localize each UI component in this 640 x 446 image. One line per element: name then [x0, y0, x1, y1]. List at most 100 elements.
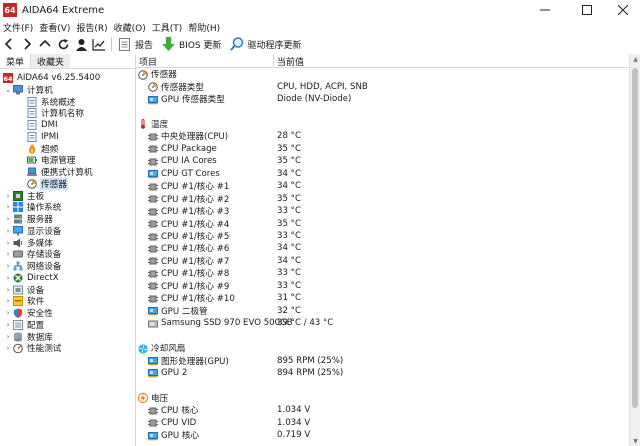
- sensor-row[interactable]: 图形处理器(GPU) 895 RPM (25%): [136, 354, 629, 367]
- tree-item[interactable]: 64 AIDA64 v6.25.5400: [2, 72, 101, 84]
- scroll-up-icon[interactable]: ▲: [630, 54, 640, 64]
- tree-item[interactable]: › 主板: [4, 190, 45, 202]
- driver-icon-wrap[interactable]: [228, 35, 246, 53]
- menu-file[interactable]: 文件(F): [0, 21, 36, 34]
- minimize-button[interactable]: [528, 0, 562, 20]
- sensor-row[interactable]: CPU VID 1.034 V: [136, 417, 629, 429]
- scroll-thumb[interactable]: [632, 68, 638, 408]
- tree-item[interactable]: › 配置: [4, 319, 45, 331]
- sensor-row[interactable]: CPU #1/核心 #5 33 °C: [136, 230, 629, 242]
- menu-report[interactable]: 报告(R): [73, 21, 110, 34]
- sensor-row[interactable]: CPU #1/核心 #7 34 °C: [136, 255, 629, 267]
- vertical-scrollbar[interactable]: ▲ ▼: [629, 54, 640, 446]
- sensor-row[interactable]: CPU #1/核心 #6 34 °C: [136, 242, 629, 254]
- chevron-right-icon[interactable]: ›: [4, 215, 12, 223]
- back-button[interactable]: [0, 35, 18, 53]
- sensor-row[interactable]: CPU #1/核心 #9 33 °C: [136, 280, 629, 292]
- sensor-row[interactable]: CPU Package 35 °C: [136, 143, 629, 155]
- report-button[interactable]: 报告: [135, 38, 153, 51]
- tree-item[interactable]: › 设备: [4, 284, 45, 296]
- chevron-right-icon[interactable]: ›: [4, 297, 12, 305]
- tree-item[interactable]: › 存储设备: [4, 248, 62, 260]
- sensor-row[interactable]: GPU 二极管 32 °C: [136, 305, 629, 317]
- row-name: Samsung SSD 970 EVO 500GB: [161, 318, 293, 329]
- sensor-row[interactable]: CPU #1/核心 #10 31 °C: [136, 292, 629, 304]
- tree-item[interactable]: › 性能测试: [4, 342, 62, 354]
- tree-item[interactable]: › 安全性: [4, 307, 54, 319]
- menu-help[interactable]: 帮助(H): [185, 21, 223, 34]
- menu-view[interactable]: 查看(V): [36, 21, 73, 34]
- chevron-right-icon[interactable]: ›: [4, 286, 12, 294]
- forward-button[interactable]: [18, 35, 36, 53]
- tree-item[interactable]: 计算机名称: [18, 107, 85, 119]
- sensor-row[interactable]: GPU 传感器类型 Diode (NV-Diode): [136, 93, 629, 105]
- sensor-row[interactable]: CPU #1/核心 #3 33 °C: [136, 205, 629, 217]
- column-item-header[interactable]: 项目: [139, 55, 157, 68]
- chevron-right-icon[interactable]: ›: [4, 203, 12, 211]
- report-icon-wrap[interactable]: [115, 35, 133, 53]
- close-button[interactable]: [606, 0, 640, 20]
- chevron-right-icon[interactable]: ›: [4, 333, 12, 341]
- scroll-down-icon[interactable]: ▼: [630, 436, 640, 446]
- column-value-header[interactable]: 当前值: [277, 55, 304, 68]
- chart-button[interactable]: [90, 35, 108, 53]
- chevron-right-icon[interactable]: ›: [4, 192, 12, 200]
- tree-item[interactable]: 电源管理: [18, 154, 76, 166]
- category-row[interactable]: 传感器: [136, 68, 629, 80]
- sensor-row[interactable]: CPU 核心 1.034 V: [136, 404, 629, 416]
- category-row[interactable]: 冷却风扇: [136, 342, 629, 354]
- tree-item[interactable]: 系统概述: [18, 96, 76, 108]
- tree-item[interactable]: 超频: [18, 143, 59, 155]
- chevron-down-icon[interactable]: ⌄: [4, 86, 12, 94]
- sensor-row[interactable]: CPU #1/核心 #4 35 °C: [136, 217, 629, 230]
- tree-item-label: DirectX: [27, 272, 59, 283]
- chevron-right-icon[interactable]: ›: [4, 309, 12, 317]
- tree-item[interactable]: › 多媒体: [4, 237, 54, 249]
- tree-item[interactable]: › 软件: [4, 295, 45, 307]
- chevron-right-icon[interactable]: ›: [4, 274, 12, 282]
- tree-item[interactable]: › 数据库: [4, 331, 54, 343]
- tree-item[interactable]: ⌄ 计算机: [4, 84, 54, 96]
- tree-item[interactable]: 便携式计算机: [18, 166, 94, 178]
- up-button[interactable]: [36, 35, 54, 53]
- tree-item[interactable]: DMI: [18, 119, 59, 131]
- tree-item[interactable]: › 显示设备: [4, 225, 62, 237]
- tree-item[interactable]: › DirectX: [4, 272, 60, 284]
- chevron-right-icon[interactable]: ›: [4, 321, 12, 329]
- sensor-row[interactable]: GPU 核心 0.719 V: [136, 429, 629, 441]
- chevron-right-icon[interactable]: ›: [4, 239, 12, 247]
- sensor-row[interactable]: CPU IA Cores 35 °C: [136, 155, 629, 167]
- driver-update-button[interactable]: 驱动程序更新: [248, 38, 302, 51]
- sensor-row[interactable]: CPU #1/核心 #2 35 °C: [136, 193, 629, 205]
- category-row[interactable]: 温度: [136, 118, 629, 130]
- menu-favorites[interactable]: 收藏(O): [111, 21, 149, 34]
- sensor-row[interactable]: 中央处理器(CPU) 28 °C: [136, 130, 629, 142]
- menu-tools[interactable]: 工具(T): [149, 21, 186, 34]
- tree-item[interactable]: › 服务器: [4, 213, 54, 225]
- sensor-row[interactable]: GPU 2 894 RPM (25%): [136, 367, 629, 379]
- user-button[interactable]: [72, 35, 90, 53]
- bios-icon-wrap[interactable]: [159, 35, 177, 53]
- tree-item[interactable]: › 操作系统: [4, 201, 62, 213]
- chevron-right-icon[interactable]: ›: [4, 344, 12, 352]
- column-separator[interactable]: [273, 54, 274, 67]
- tab-favorites[interactable]: 收藏夹: [31, 54, 71, 68]
- category-row[interactable]: 电压: [136, 392, 629, 404]
- chevron-right-icon[interactable]: ›: [4, 262, 12, 270]
- tree-item[interactable]: 传感器: [18, 177, 68, 190]
- maximize-button[interactable]: [570, 0, 604, 20]
- sensor-row[interactable]: CPU #1/核心 #1 34 °C: [136, 180, 629, 192]
- tree-item[interactable]: › 网络设备: [4, 260, 62, 272]
- row-name: 中央处理器(CPU): [161, 132, 229, 143]
- bios-update-button[interactable]: BIOS 更新: [179, 38, 222, 51]
- chevron-right-icon[interactable]: ›: [4, 227, 12, 235]
- refresh-button[interactable]: [54, 35, 72, 53]
- sensor-row[interactable]: Samsung SSD 970 EVO 500GB 39 °C / 43 °C: [136, 317, 629, 329]
- refresh-icon: [58, 38, 68, 49]
- sensor-row[interactable]: CPU GT Cores 34 °C: [136, 168, 629, 180]
- chevron-right-icon[interactable]: ›: [4, 250, 12, 258]
- tree-item[interactable]: IPMI: [18, 131, 60, 143]
- sensor-row[interactable]: 传感器类型 CPU, HDD, ACPI, SNB: [136, 80, 629, 93]
- tab-menu[interactable]: 菜单: [0, 54, 32, 68]
- sensor-row[interactable]: CPU #1/核心 #8 33 °C: [136, 267, 629, 279]
